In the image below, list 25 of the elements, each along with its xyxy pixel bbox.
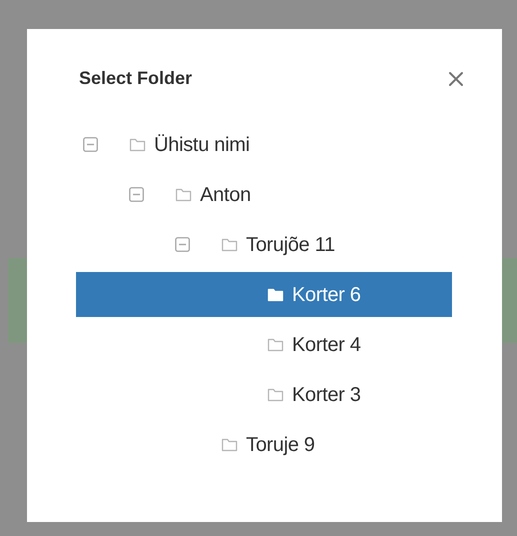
folder-label: Korter 3 [292, 382, 361, 408]
collapse-icon[interactable] [129, 187, 144, 202]
collapse-icon[interactable] [175, 237, 190, 252]
folder-label: Korter 6 [292, 282, 361, 308]
folder-label: Toruje 9 [246, 432, 315, 458]
folder-icon [267, 338, 284, 352]
tree-item[interactable]: Korter 3 [76, 372, 452, 417]
tree-item[interactable]: Anton [76, 172, 452, 217]
folder-label: Torujõe 11 [246, 232, 335, 258]
tree-item[interactable]: Ühistu nimi [76, 122, 452, 167]
folder-label: Ühistu nimi [154, 132, 250, 158]
tree-item[interactable]: Korter 4 [76, 322, 452, 367]
tree-item[interactable]: Korter 6 [76, 272, 452, 317]
tree-item[interactable]: Torujõe 11 [76, 222, 452, 267]
dialog-title: Select Folder [79, 67, 192, 90]
collapse-icon[interactable] [83, 137, 98, 152]
folder-label: Anton [200, 182, 251, 208]
folder-icon [267, 388, 284, 402]
folder-icon [221, 438, 238, 452]
folder-icon [129, 138, 146, 152]
folder-label: Korter 4 [292, 332, 361, 358]
folder-icon [221, 238, 238, 252]
tree-item[interactable]: Toruje 9 [76, 422, 452, 467]
folder-icon [175, 188, 192, 202]
folder-icon [267, 288, 284, 302]
